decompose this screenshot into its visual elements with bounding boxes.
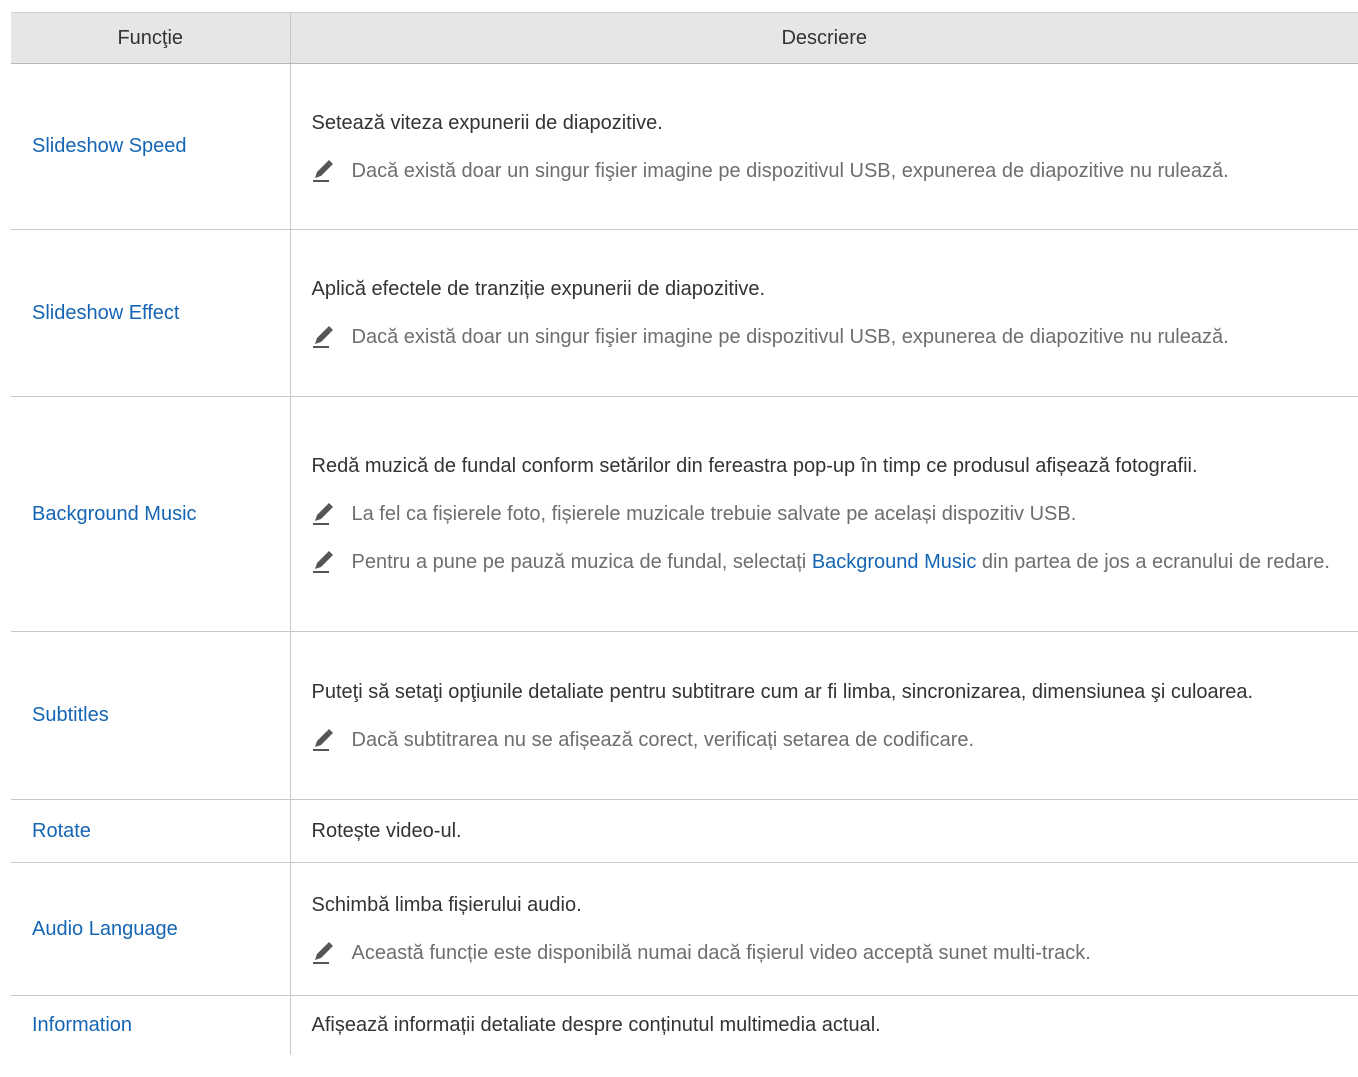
function-description: Puteţi să setaţi opţiunile detaliate pen… (289, 631, 1358, 800)
note-text: Această funcție este disponibilă numai d… (351, 942, 1091, 964)
header-description: Descriere (289, 12, 1358, 64)
note-text: Dacă subtitrarea nu se afișează corect, … (351, 728, 975, 751)
description-text: Redă muzică de fundal conform setărilor … (311, 455, 1198, 477)
function-name: Subtitles (11, 631, 290, 800)
note: Dacă există doar un singur fişier imagin… (312, 154, 1335, 188)
pencil-icon (312, 320, 352, 354)
function-name: Slideshow Effect (11, 229, 290, 397)
note-text-suffix: din partea de jos a ecranului de redare. (976, 551, 1330, 573)
functions-table: Funcţie Descriere Slideshow Speed Seteaz… (11, 12, 1358, 1055)
note-text: Dacă există doar un singur fişier imagin… (351, 159, 1229, 182)
note: Dacă subtitrarea nu se afișează corect, … (312, 723, 1335, 757)
function-name: Background Music (11, 396, 290, 632)
table-row: Background Music Redă muzică de fundal c… (11, 396, 1358, 632)
description-text: Aplică efectele de tranziție expunerii d… (311, 278, 766, 300)
function-name: Slideshow Speed (11, 63, 290, 230)
header-function: Funcţie (11, 12, 290, 64)
function-name: Rotate (11, 799, 290, 863)
function-description: Schimbă limba fișierului audio. Această … (289, 862, 1358, 996)
description-text: Setează viteza expunerii de diapozitive. (311, 111, 663, 134)
note: La fel ca fișierele foto, fișierele muzi… (312, 497, 1335, 531)
function-description: Redă muzică de fundal conform setărilor … (289, 396, 1358, 632)
table-row: Slideshow Effect Aplică efectele de tran… (11, 229, 1358, 397)
note: Pentru a pune pe pauză muzica de fundal,… (312, 545, 1335, 579)
note: Această funcție este disponibilă numai d… (312, 936, 1335, 970)
table-row: Slideshow Speed Setează viteza expunerii… (11, 63, 1358, 230)
function-description: Aplică efectele de tranziție expunerii d… (289, 229, 1358, 397)
description-text: Puteţi să setaţi opţiunile detaliate pen… (311, 680, 1254, 703)
note: Dacă există doar un singur fişier imagin… (312, 320, 1335, 354)
function-description: Rotește video-ul. (289, 799, 1358, 863)
table-row: Audio Language Schimbă limba fișierului … (11, 862, 1358, 996)
note-text: Dacă există doar un singur fişier imagin… (351, 326, 1229, 348)
description-text: Afișează informații detaliate despre con… (311, 1014, 881, 1037)
pencil-icon (312, 723, 352, 757)
table-header-row: Funcţie Descriere (11, 12, 1358, 64)
description-text: Rotește video-ul. (311, 820, 462, 842)
function-description: Setează viteza expunerii de diapozitive.… (289, 63, 1358, 230)
note-text: La fel ca fișierele foto, fișierele muzi… (351, 503, 1077, 525)
pencil-icon (312, 497, 352, 531)
function-name: Audio Language (11, 862, 290, 996)
function-description: Afișează informații detaliate despre con… (289, 995, 1358, 1055)
function-name: Information (32, 1013, 133, 1036)
table-row: Rotate Rotește video-ul. (11, 799, 1358, 863)
pencil-icon (312, 154, 352, 188)
pencil-icon (312, 936, 352, 970)
note-text: Pentru a pune pe pauză muzica de fundal,… (352, 545, 1335, 579)
note-highlight: Background Music (811, 551, 977, 573)
note-text-prefix: Pentru a pune pe pauză muzica de fundal,… (351, 551, 812, 573)
description-text: Schimbă limba fișierului audio. (311, 894, 582, 916)
table-row: Information Afișează informații detaliat… (11, 995, 1358, 1055)
pencil-icon (312, 545, 352, 579)
table-row: Subtitles Puteţi să setaţi opţiunile det… (11, 631, 1358, 800)
